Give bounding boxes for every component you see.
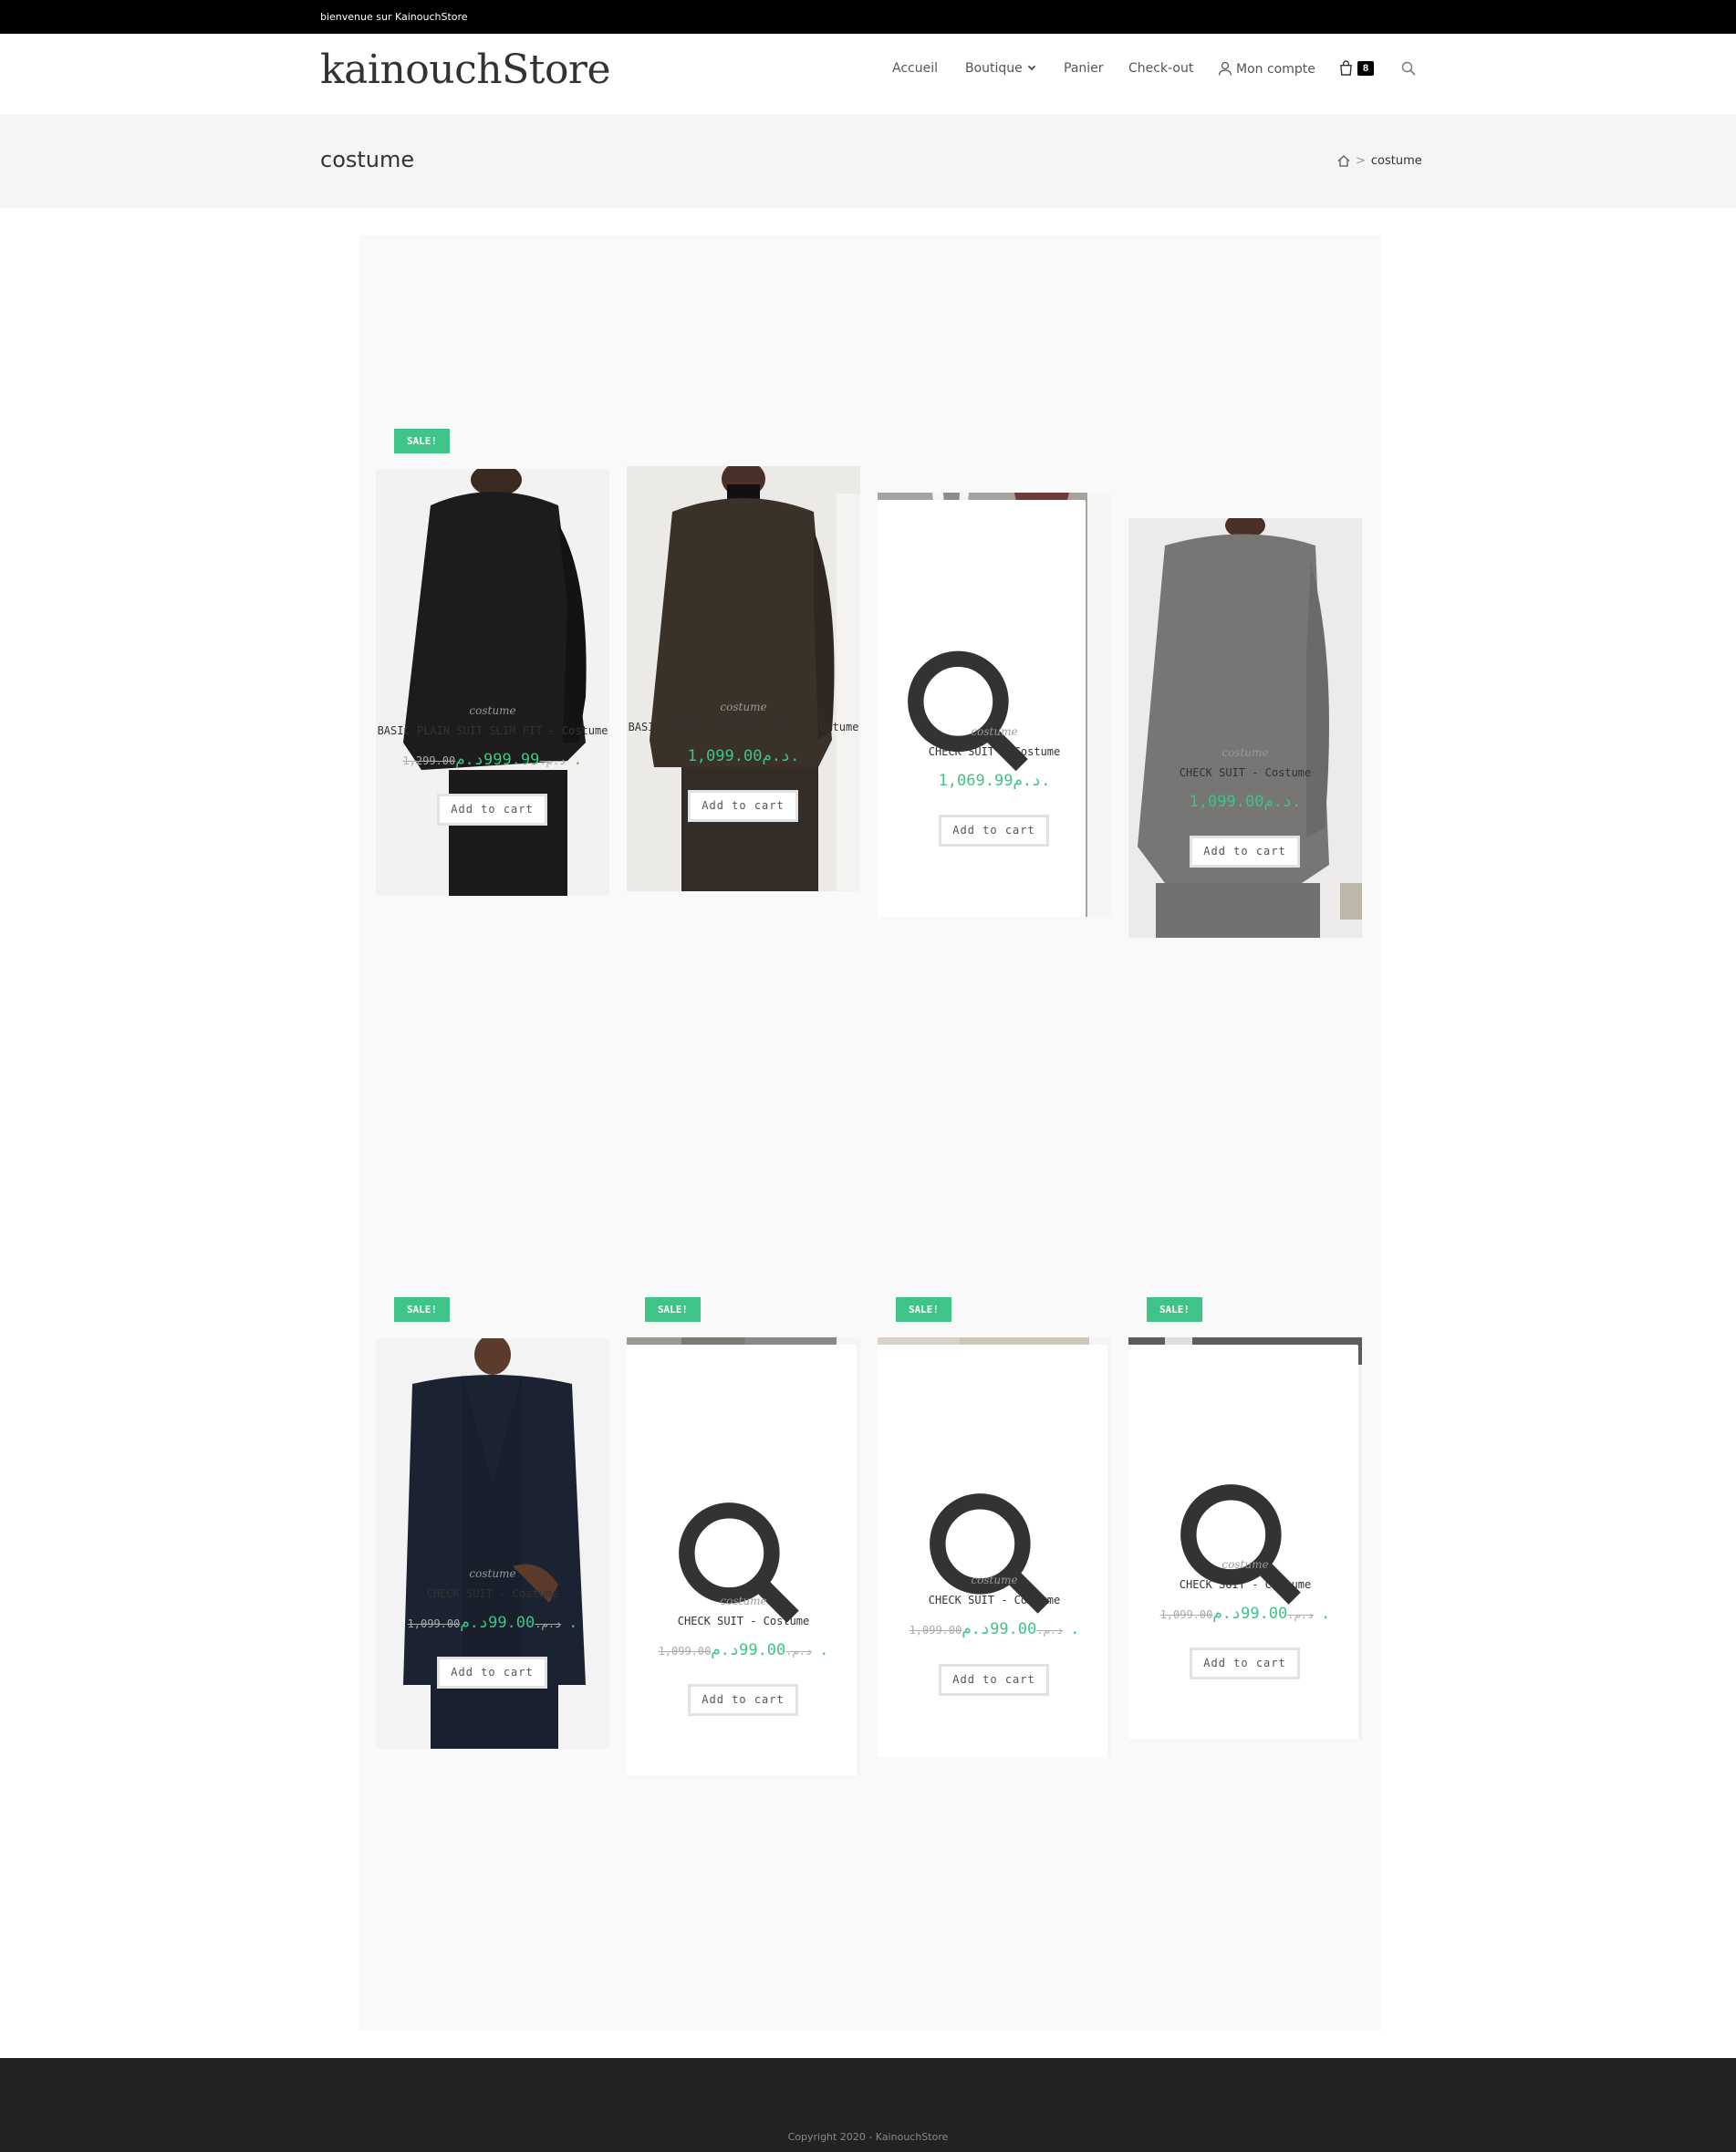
shopping-bag-icon (1340, 60, 1352, 76)
nav-accueil[interactable]: Accueil (892, 61, 938, 76)
product-name[interactable]: CHECK SUIT - Costume (1128, 1578, 1362, 1591)
add-to-cart-button[interactable]: Add to cart (1190, 1648, 1300, 1679)
price: 1,099.00د.م. (687, 747, 800, 765)
add-to-cart-button[interactable]: Add to cart (688, 790, 798, 822)
page-title-band: costume > costume (0, 114, 1736, 208)
price: 1,069.99د.م. (938, 772, 1051, 790)
site-logo[interactable]: kainouchStore (320, 47, 611, 93)
product-name[interactable]: CHECK SUIT - Costume (1128, 766, 1362, 779)
copyright-text: Copyright 2020 - KainouchStore (787, 2131, 949, 2143)
product-category[interactable]: costume (878, 725, 1111, 738)
product-price: 1,099.00د.م.99.00د.م. (627, 1641, 860, 1659)
nav-mon-compte-label: Mon compte (1236, 62, 1315, 77)
product-price: 1,299.00د.م.999.99د.م. (376, 751, 609, 769)
product-photo (376, 469, 609, 896)
product-grid: SALE! costume BASIC PLAIN SUIT SLIM FIT … (359, 235, 1380, 2031)
product-category[interactable]: costume (1128, 1558, 1362, 1571)
product-category[interactable]: costume (1128, 746, 1362, 759)
add-to-cart-button[interactable]: Add to cart (688, 1684, 798, 1716)
product-name[interactable]: CHECK SUIT - Costume (376, 1587, 609, 1600)
nav-mon-compte[interactable]: Mon compte (1218, 61, 1315, 77)
product-photo (627, 466, 860, 891)
product-name[interactable]: BASIC PLAIN SUIT SLIM FIT - Costume (376, 724, 609, 737)
product-category[interactable]: costume (376, 1567, 609, 1580)
zoom-icon[interactable] (878, 500, 1086, 917)
price: 1,099.00د.م. (1189, 793, 1302, 811)
add-to-cart-button[interactable]: Add to cart (1190, 836, 1300, 868)
product-price: 1,099.00د.م. (1128, 793, 1362, 811)
nav-boutique[interactable]: Boutique (965, 61, 1036, 76)
add-to-cart-button[interactable]: Add to cart (939, 1664, 1049, 1696)
breadcrumb-current: costume (1370, 154, 1422, 168)
product-price: 1,069.99د.م. (878, 772, 1111, 790)
add-to-cart-button[interactable]: Add to cart (437, 794, 547, 826)
top-bar: bienvenue sur KainouchStore (0, 0, 1736, 34)
home-icon[interactable] (1337, 155, 1350, 167)
sale-badge: SALE! (394, 1297, 450, 1322)
cart-button[interactable]: 8 (1339, 59, 1377, 78)
sale-badge: SALE! (645, 1297, 701, 1322)
breadcrumb-separator: > (1356, 154, 1366, 168)
product-name[interactable]: CHECK SUIT - Costume (878, 745, 1111, 758)
search-icon[interactable] (1401, 61, 1416, 76)
nav-panier[interactable]: Panier (1064, 61, 1104, 76)
add-to-cart-button[interactable]: Add to cart (437, 1657, 547, 1689)
breadcrumb: > costume (1337, 154, 1422, 168)
add-to-cart-button[interactable]: Add to cart (939, 815, 1049, 847)
site-header: kainouchStore Accueil Boutique Panier Ch… (0, 34, 1736, 114)
user-icon (1218, 61, 1232, 76)
chevron-down-icon (1027, 62, 1036, 71)
zoom-icon[interactable] (1128, 1345, 1358, 1739)
product-name[interactable]: CHECK SUIT - Costume (627, 1615, 860, 1627)
cart-count-badge: 8 (1357, 61, 1374, 76)
product-price: 1,099.00د.م. (627, 747, 860, 765)
sale-badge: SALE! (1147, 1297, 1202, 1322)
product-name[interactable]: BASIC PLAIN SUIT SLIM FIT - Costume (627, 721, 860, 733)
page-title: costume (320, 147, 415, 172)
sale-badge: SALE! (394, 429, 450, 453)
product-price: 1,099.00د.م.99.00د.م. (878, 1620, 1111, 1638)
product-image[interactable] (878, 493, 1111, 917)
product-category[interactable]: costume (376, 704, 609, 717)
sale-badge: SALE! (896, 1297, 951, 1322)
product-category[interactable]: costume (878, 1574, 1111, 1586)
welcome-text: bienvenue sur KainouchStore (320, 11, 468, 23)
product-photo (1128, 518, 1362, 938)
product-category[interactable]: costume (627, 701, 860, 713)
product-image[interactable] (1128, 518, 1362, 938)
nav-checkout[interactable]: Check-out (1128, 61, 1193, 76)
product-image[interactable] (376, 469, 609, 896)
product-price: 1,099.00د.م.99.00د.م. (1128, 1605, 1362, 1623)
nav-boutique-label: Boutique (965, 61, 1023, 76)
product-name[interactable]: CHECK SUIT - Costume (878, 1594, 1111, 1606)
product-price: 1,099.00د.م.99.00د.م. (376, 1614, 609, 1632)
product-category[interactable]: costume (627, 1595, 860, 1607)
product-image[interactable] (627, 466, 860, 891)
site-footer: Copyright 2020 - KainouchStore (0, 2058, 1736, 2152)
